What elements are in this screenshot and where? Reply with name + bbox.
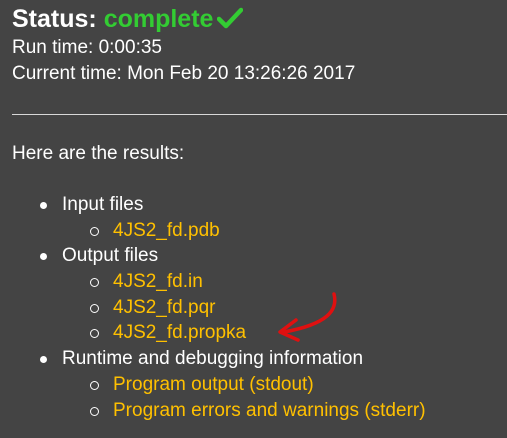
list-item: 4JS2_fd.pqr [0,295,426,321]
status-line: Status: complete [12,4,244,36]
divider [12,114,507,115]
results-page: Status: complete Run time: 0:00:35 Curre… [0,0,507,438]
file-link-in[interactable]: 4JS2_fd.in [113,271,203,292]
file-link-stderr[interactable]: Program errors and warnings (stderr) [113,400,426,421]
file-link-pdb[interactable]: 4JS2_fd.pdb [113,220,220,241]
run-time: Run time: 0:00:35 [12,37,162,58]
list-item: Program output (stdout) [0,372,426,398]
status-label: Status: [12,5,97,33]
section-label: Runtime and debugging information [62,348,364,370]
results-list: Input files 4JS2_fd.pdb Output files 4JS… [0,192,426,423]
file-link-stdout[interactable]: Program output (stdout) [113,374,314,395]
red-arrow-icon [278,292,337,342]
list-item: 4JS2_fd.propka [0,320,426,346]
current-time: Current time: Mon Feb 20 13:26:26 2017 [12,63,356,84]
results-intro: Here are the results: [12,143,185,164]
section-label: Output files [62,245,159,267]
list-item: 4JS2_fd.in [0,269,426,295]
section-runtime-info: Runtime and debugging information [0,346,426,372]
section-input-files: Input files [0,192,426,218]
file-link-propka[interactable]: 4JS2_fd.propka [113,322,246,343]
list-item: Program errors and warnings (stderr) [0,398,426,424]
list-item: 4JS2_fd.pdb [0,218,426,244]
section-output-files: Output files [0,243,426,269]
section-label: Input files [62,194,144,215]
file-link-pqr[interactable]: 4JS2_fd.pqr [113,297,215,318]
status-value: complete [103,5,214,33]
check-icon [217,6,244,36]
